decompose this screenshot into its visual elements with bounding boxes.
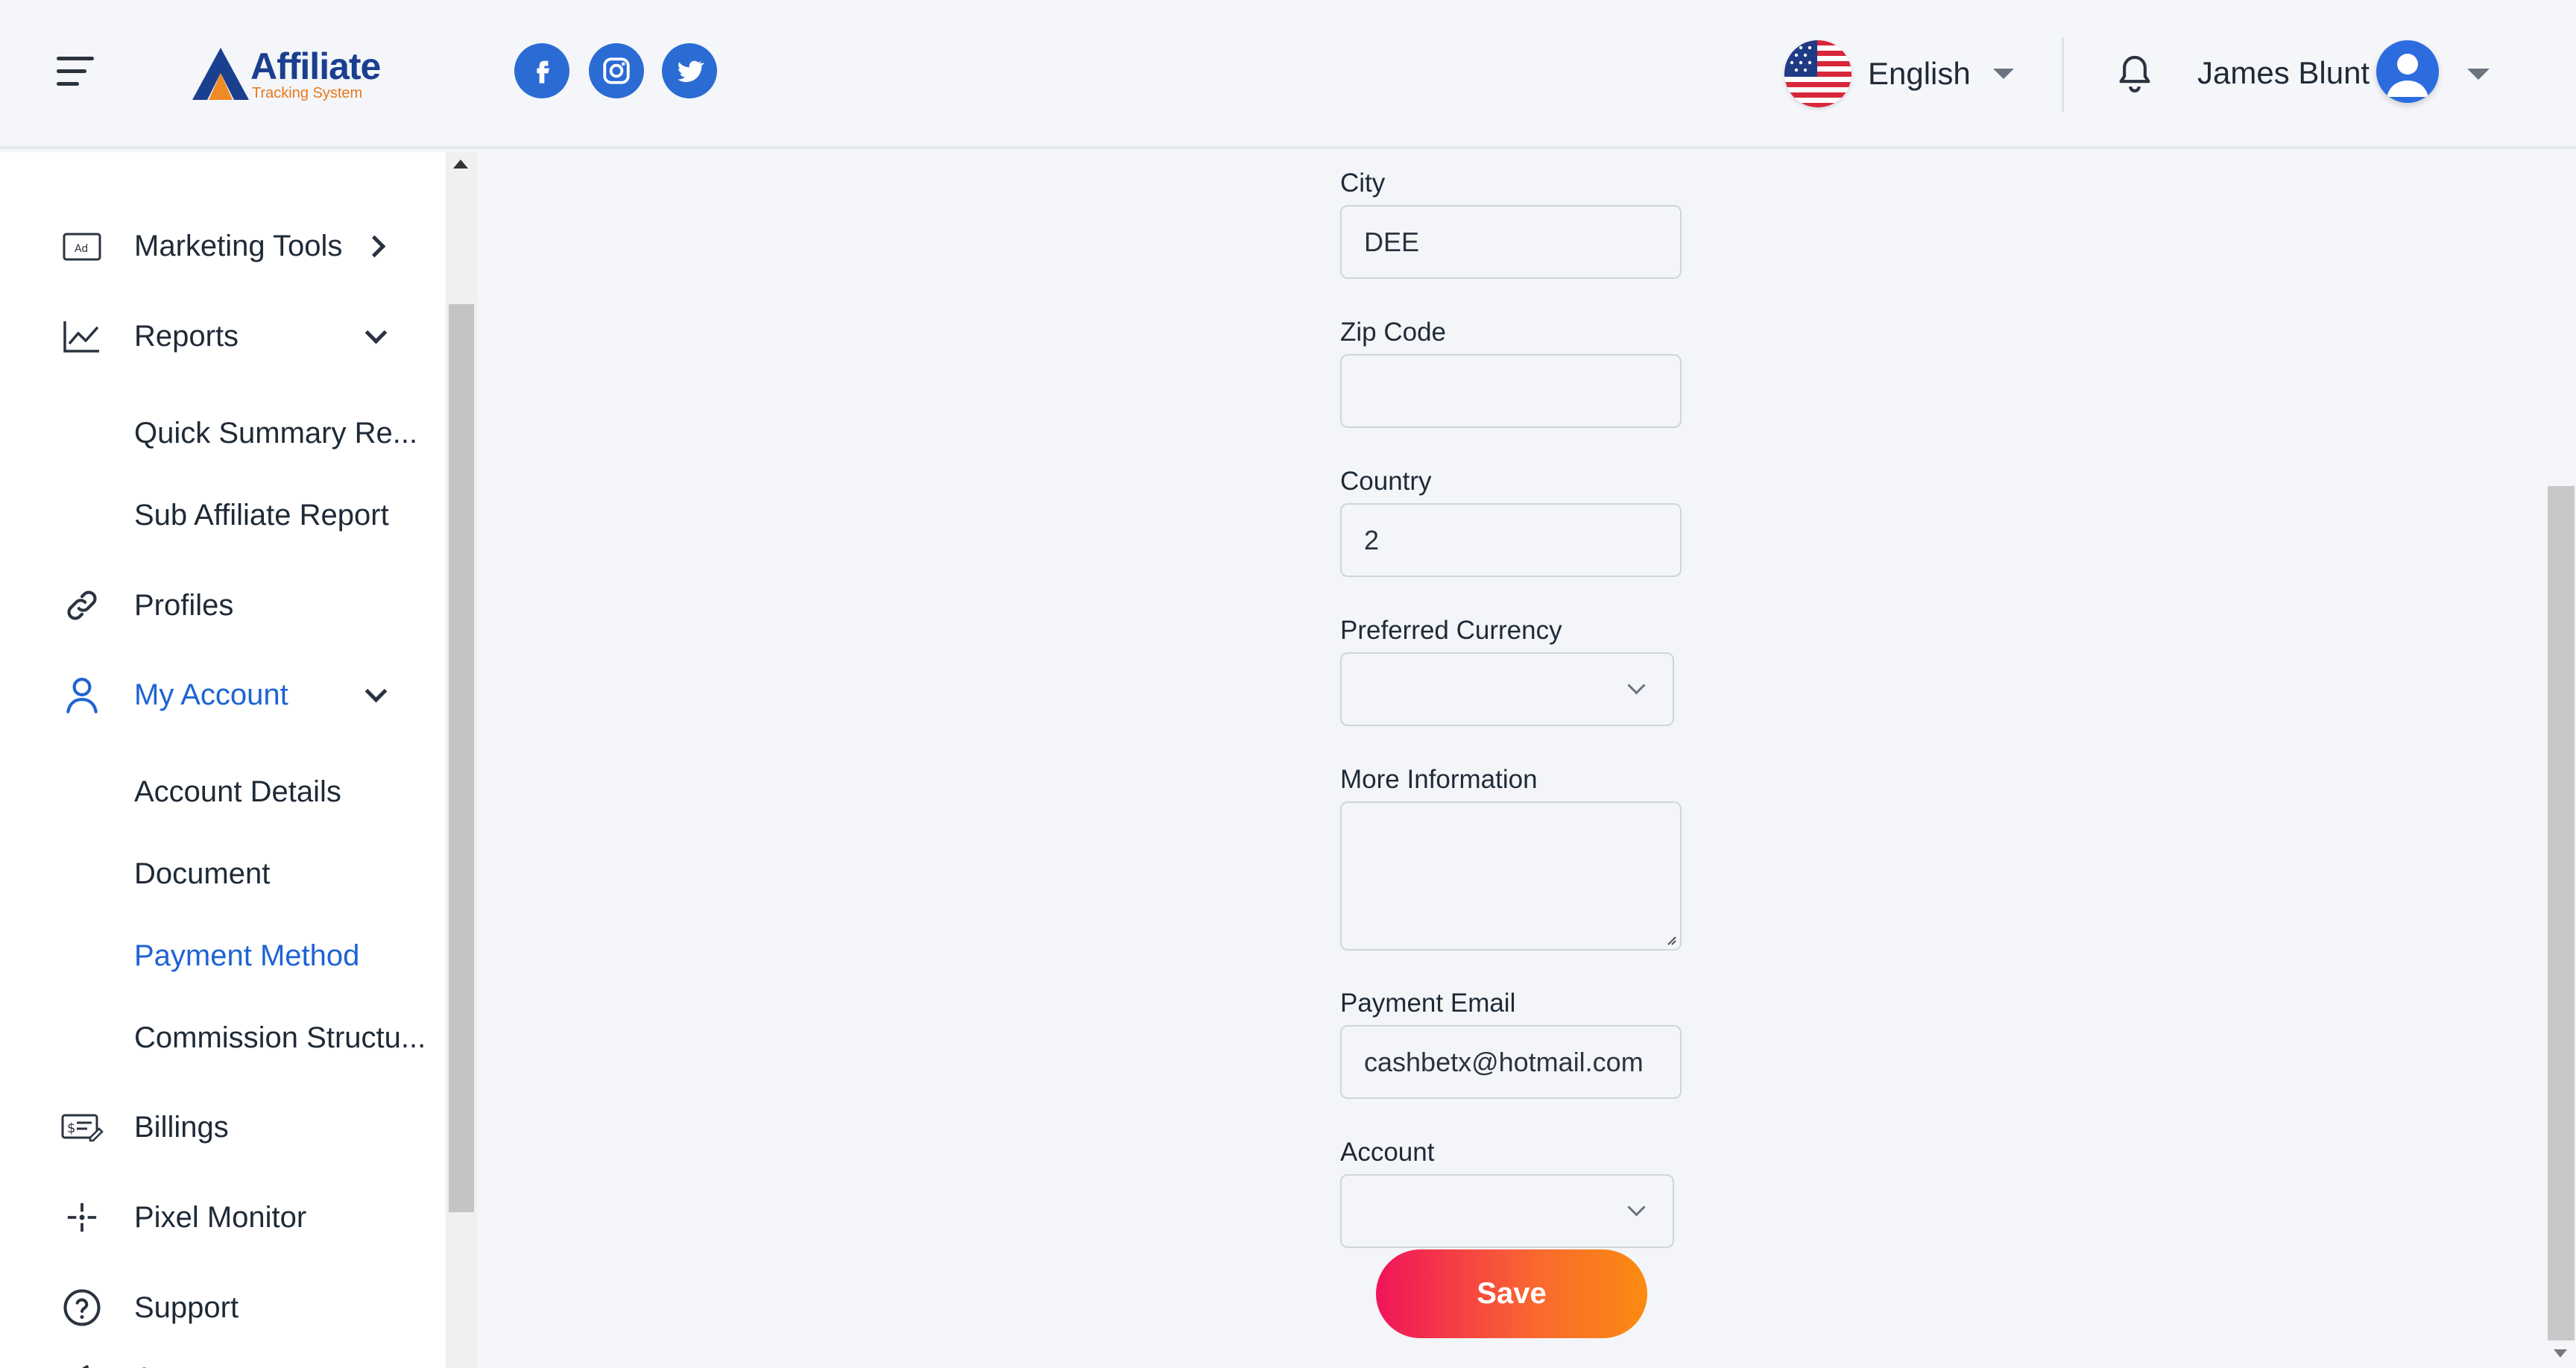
chevron-down-icon (364, 321, 388, 344)
sidebar-subitem-label: Commission Structu... (134, 1021, 426, 1054)
link-icon (60, 583, 104, 628)
city-value: DEE (1364, 226, 1420, 257)
logo-mark-icon (192, 48, 249, 100)
country-value: 2 (1364, 524, 1380, 555)
language-caret-icon (1992, 69, 2014, 79)
top-bar: Affiliate Tracking System English James … (0, 0, 2576, 149)
sidebar-item-label: Profiles (134, 588, 234, 622)
language-label: English (1868, 56, 1971, 91)
user-menu-caret-icon[interactable] (2467, 69, 2490, 80)
sidebar-subitem-sub-affiliate-report[interactable]: Sub Affiliate Report (0, 482, 446, 549)
user-icon (60, 672, 104, 717)
sidebar-subitem-label: Quick Summary Re... (134, 416, 418, 450)
chevron-right-icon (363, 235, 386, 257)
hamburger-menu-icon[interactable] (57, 57, 94, 86)
main-scrollbar-thumb[interactable] (2548, 486, 2575, 1340)
sidebar-item-label: Pixel Monitor (134, 1200, 307, 1234)
sidebar-subitem-label: Sub Affiliate Report (134, 498, 389, 532)
preferred-currency-select[interactable] (1340, 652, 1674, 726)
sidebar: Ad Marketing Tools Reports Quick Summary… (0, 152, 446, 1368)
sidebar-subitem-label: Document (134, 857, 271, 890)
svg-text:$: $ (67, 1120, 75, 1136)
chart-line-icon (60, 314, 104, 359)
sidebar-item-reports[interactable]: Reports (0, 303, 446, 370)
sidebar-subitem-quick-summary[interactable]: Quick Summary Re... (0, 400, 446, 467)
sidebar-item-profiles[interactable]: Profiles (0, 572, 446, 639)
payment-email-input[interactable]: cashbetx@hotmail.com (1340, 1025, 1682, 1099)
sidebar-item-billings[interactable]: $ Billings (0, 1094, 446, 1161)
zip-code-input[interactable] (1340, 354, 1682, 428)
header-divider (2062, 37, 2064, 112)
sidebar-subitem-label: Account Details (134, 775, 341, 808)
payment-email-value: cashbetx@hotmail.com (1364, 1046, 1644, 1077)
megaphone-icon (60, 1356, 104, 1368)
notification-bell-icon[interactable] (2114, 52, 2156, 97)
city-label: City (1340, 168, 1386, 198)
chevron-down-icon (1627, 1198, 1646, 1217)
chevron-down-icon (1627, 676, 1646, 695)
more-information-label: More Information (1340, 765, 1538, 794)
sidebar-scrollbar-thumb[interactable] (449, 304, 474, 1212)
billing-icon: $ (60, 1105, 104, 1150)
country-label: Country (1340, 467, 1432, 496)
sidebar-item-label: Marketing Tools (134, 229, 343, 262)
sidebar-item-label: My Account (134, 678, 288, 711)
sidebar-item-support[interactable]: Support (0, 1274, 446, 1341)
payment-email-label: Payment Email (1340, 989, 1516, 1018)
twitter-icon[interactable] (662, 43, 717, 98)
main-scroll-down-icon[interactable] (2554, 1349, 2567, 1358)
svg-text:Ad: Ad (75, 243, 88, 255)
sidebar-item-label: Billings (134, 1110, 229, 1144)
sidebar-subitem-payment-method[interactable]: Payment Method (0, 922, 446, 989)
sidebar-subitem-commission-structure[interactable]: Commission Structu... (0, 1004, 446, 1071)
sidebar-subitem-document[interactable]: Document (0, 840, 446, 907)
sidebar-item-label: Support (134, 1290, 239, 1324)
preferred-currency-label: Preferred Currency (1340, 616, 1562, 645)
account-label: Account (1340, 1138, 1435, 1167)
save-button[interactable]: Save (1376, 1249, 1647, 1338)
sidebar-subitem-label: Payment Method (134, 939, 360, 972)
logo-subtitle: Tracking System (252, 85, 363, 101)
sidebar-item-label: Reports (134, 319, 239, 353)
more-information-textarea[interactable] (1340, 801, 1682, 951)
sidebar-item-label: Announcements (134, 1362, 350, 1368)
logo[interactable]: Affiliate Tracking System (191, 42, 381, 101)
user-name[interactable]: James Blunt (2197, 55, 2370, 91)
account-select[interactable] (1340, 1174, 1674, 1248)
instagram-icon[interactable] (589, 43, 644, 98)
sidebar-subitem-account-details[interactable]: Account Details (0, 758, 446, 825)
zip-code-label: Zip Code (1340, 318, 1447, 347)
ad-icon: Ad (60, 224, 104, 268)
sidebar-scroll-up-icon[interactable] (453, 160, 468, 168)
user-avatar-icon[interactable] (2376, 40, 2439, 103)
pixel-icon (60, 1195, 104, 1240)
sidebar-item-pixel-monitor[interactable]: Pixel Monitor (0, 1184, 446, 1251)
us-flag-icon (1784, 40, 1852, 107)
country-input[interactable]: 2 (1340, 503, 1682, 577)
city-input[interactable]: DEE (1340, 205, 1682, 279)
sidebar-item-announcements[interactable]: Announcements (0, 1345, 446, 1368)
sidebar-item-my-account[interactable]: My Account (0, 661, 446, 728)
language-selector[interactable]: English (1784, 40, 2014, 107)
logo-title: Affiliate (250, 45, 381, 87)
facebook-icon[interactable] (514, 43, 569, 98)
resize-handle-icon[interactable] (1664, 933, 1677, 946)
chevron-down-icon (364, 680, 388, 703)
sidebar-item-marketing-tools[interactable]: Ad Marketing Tools (0, 212, 446, 280)
help-icon (60, 1285, 104, 1330)
